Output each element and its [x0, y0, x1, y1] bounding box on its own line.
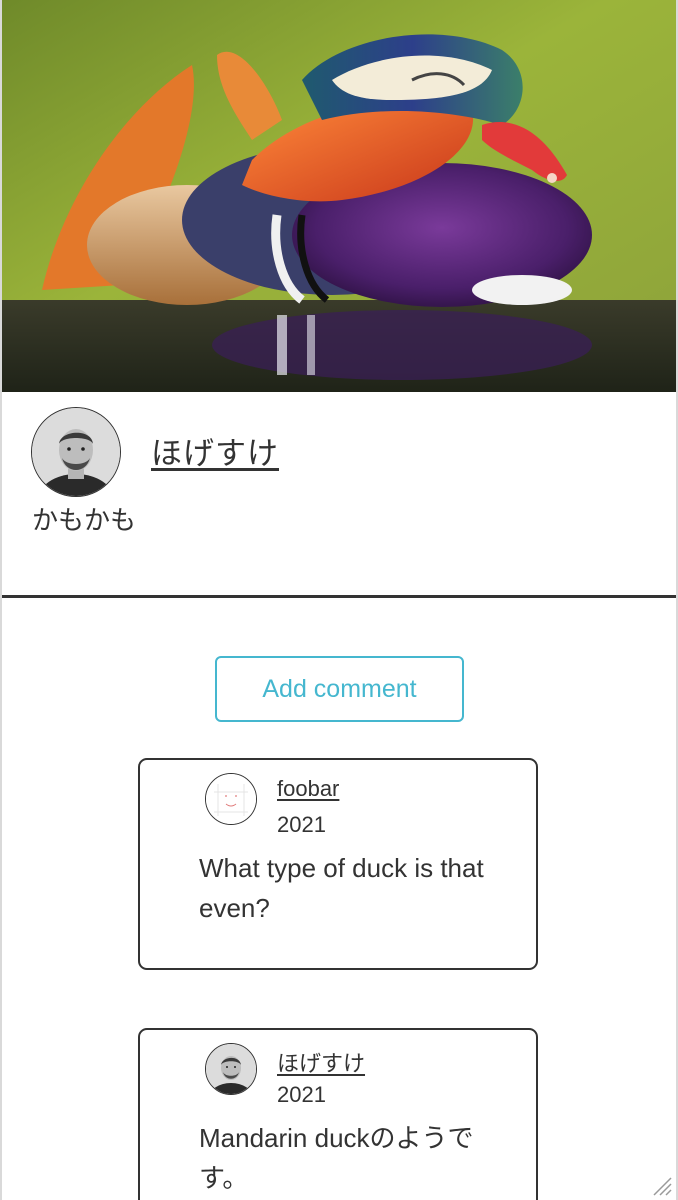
post-image: [2, 0, 676, 392]
comment-avatar[interactable]: [205, 1043, 257, 1095]
comment-text: What type of duck is that even?: [199, 853, 484, 923]
add-comment-button[interactable]: Add comment: [215, 656, 464, 722]
comment-author-link[interactable]: ほげすけ: [277, 1046, 365, 1078]
post-caption: かもかも: [32, 506, 137, 536]
comment-year: 2021: [277, 1082, 326, 1107]
resize-grip-icon[interactable]: [650, 1174, 672, 1196]
post-page: ほげすけ かもかも Add comment foobar 2021 What t…: [0, 0, 678, 1200]
comment-card: ほげすけ 2021 Mandarin duckのようです。: [138, 1028, 538, 1200]
section-divider: [2, 595, 676, 598]
comment-author-link[interactable]: foobar: [277, 776, 339, 802]
author-avatar[interactable]: [31, 407, 121, 497]
author-name-link[interactable]: ほげすけ: [151, 428, 279, 473]
comment-text: Mandarin duckのようです。: [199, 1123, 474, 1193]
comment-year: 2021: [277, 812, 326, 837]
comment-avatar[interactable]: [205, 773, 257, 825]
comment-card: foobar 2021 What type of duck is that ev…: [138, 758, 538, 970]
